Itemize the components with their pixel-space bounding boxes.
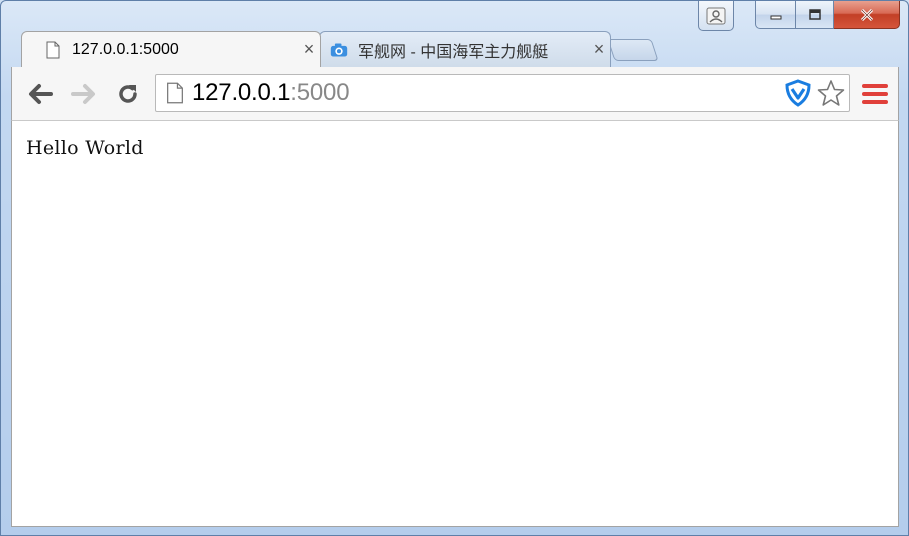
forward-button[interactable]	[70, 80, 98, 108]
maximize-button[interactable]	[796, 1, 834, 29]
tab-close-icon[interactable]: ×	[298, 39, 320, 60]
page-icon	[44, 40, 62, 60]
browser-toolbar: 127.0.0.1:5000	[11, 67, 899, 121]
window-controls	[755, 1, 900, 29]
reload-icon	[119, 85, 137, 103]
forward-arrow-icon	[71, 84, 95, 104]
tab-title: 127.0.0.1:5000	[72, 40, 179, 58]
shield-icon[interactable]	[785, 79, 811, 107]
minimize-icon	[770, 15, 781, 19]
tab-strip: 127.0.0.1:5000 × 军舰网 - 中国海军主力舰艇 ×	[11, 31, 711, 67]
close-window-button[interactable]	[834, 1, 900, 29]
omnibox-actions	[785, 79, 845, 107]
page-viewport: Hello World	[11, 121, 899, 527]
back-arrow-icon	[29, 84, 53, 104]
tab-warship-site[interactable]: 军舰网 - 中国海军主力舰艇 ×	[319, 31, 611, 67]
address-bar[interactable]: 127.0.0.1:5000	[155, 74, 850, 112]
new-tab-button[interactable]	[607, 39, 659, 61]
page-icon	[167, 82, 183, 104]
maximize-icon	[808, 8, 821, 20]
url-text: 127.0.0.1:5000	[192, 79, 350, 107]
hamburger-menu-icon[interactable]	[862, 81, 888, 107]
page-body-text: Hello World	[26, 137, 144, 159]
url-port: :5000	[290, 79, 350, 106]
star-icon[interactable]	[817, 79, 845, 107]
reload-button[interactable]	[114, 80, 142, 108]
tab-close-icon[interactable]: ×	[588, 39, 610, 60]
tab-title: 军舰网 - 中国海军主力舰艇	[358, 43, 549, 61]
url-host: 127.0.0.1	[192, 79, 291, 106]
minimize-button[interactable]	[755, 1, 796, 29]
profile-button[interactable]	[698, 1, 734, 31]
user-icon	[706, 7, 726, 24]
camera-icon	[330, 40, 348, 60]
browser-window: 127.0.0.1:5000 × 军舰网 - 中国海军主力舰艇 × 127.0.…	[0, 0, 909, 536]
tab-localhost[interactable]: 127.0.0.1:5000 ×	[21, 31, 321, 67]
close-icon	[860, 8, 873, 21]
back-button[interactable]	[26, 80, 54, 108]
